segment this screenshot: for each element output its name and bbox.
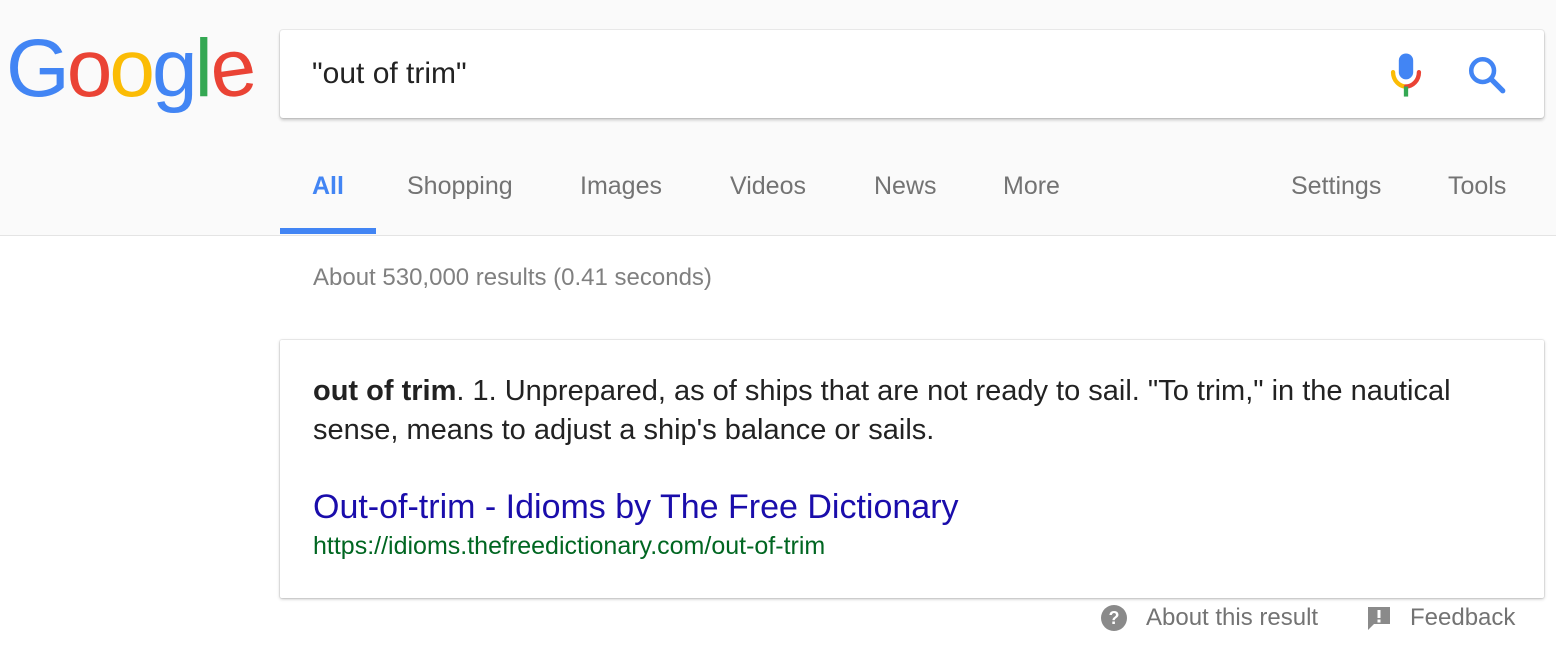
logo-letter-o2: o bbox=[109, 23, 155, 114]
header: Google All Shopping Images Videos News M… bbox=[0, 0, 1556, 236]
result-stats: About 530,000 results (0.41 seconds) bbox=[313, 264, 712, 291]
snippet-term: out of trim bbox=[313, 375, 457, 407]
featured-snippet: out of trim. 1. Unprepared, as of ships … bbox=[280, 340, 1544, 598]
tab-videos[interactable]: Videos bbox=[730, 172, 806, 201]
tab-more[interactable]: More bbox=[1003, 172, 1060, 201]
tab-shopping[interactable]: Shopping bbox=[407, 172, 513, 201]
snippet-text: out of trim. 1. Unprepared, as of ships … bbox=[313, 372, 1493, 450]
search-box bbox=[280, 30, 1544, 118]
result-title-link[interactable]: Out-of-trim - Idioms by The Free Diction… bbox=[313, 488, 959, 527]
tab-news[interactable]: News bbox=[874, 172, 937, 201]
feedback-icon bbox=[1368, 607, 1390, 630]
snippet-definition: . 1. Unprepared, as of ships that are no… bbox=[313, 375, 1451, 446]
active-tab-indicator bbox=[280, 228, 376, 234]
about-this-result-link[interactable]: ? About this result bbox=[1100, 604, 1318, 632]
tab-all[interactable]: All bbox=[312, 172, 344, 201]
help-icon: ? bbox=[1101, 605, 1127, 631]
tab-tools[interactable]: Tools bbox=[1448, 172, 1506, 201]
search-tabs: All Shopping Images Videos News More Set… bbox=[280, 150, 1556, 236]
svg-text:?: ? bbox=[1109, 608, 1120, 628]
tab-images[interactable]: Images bbox=[580, 172, 662, 201]
microphone-icon[interactable] bbox=[1388, 52, 1424, 98]
search-input[interactable] bbox=[312, 50, 1372, 98]
search-icon[interactable] bbox=[1466, 54, 1508, 96]
about-this-result-label: About this result bbox=[1146, 604, 1319, 631]
result-url: https://idioms.thefreedictionary.com/out… bbox=[313, 532, 826, 560]
logo-letter-e: e bbox=[203, 20, 259, 117]
feedback-link[interactable]: Feedback bbox=[1366, 604, 1515, 632]
logo-letter-g2: g bbox=[152, 23, 198, 114]
google-logo[interactable]: Google bbox=[6, 20, 259, 116]
tab-settings[interactable]: Settings bbox=[1291, 172, 1381, 201]
feedback-label: Feedback bbox=[1410, 604, 1516, 631]
logo-letter-o1: o bbox=[66, 23, 113, 114]
logo-letter-g: G bbox=[6, 23, 70, 114]
